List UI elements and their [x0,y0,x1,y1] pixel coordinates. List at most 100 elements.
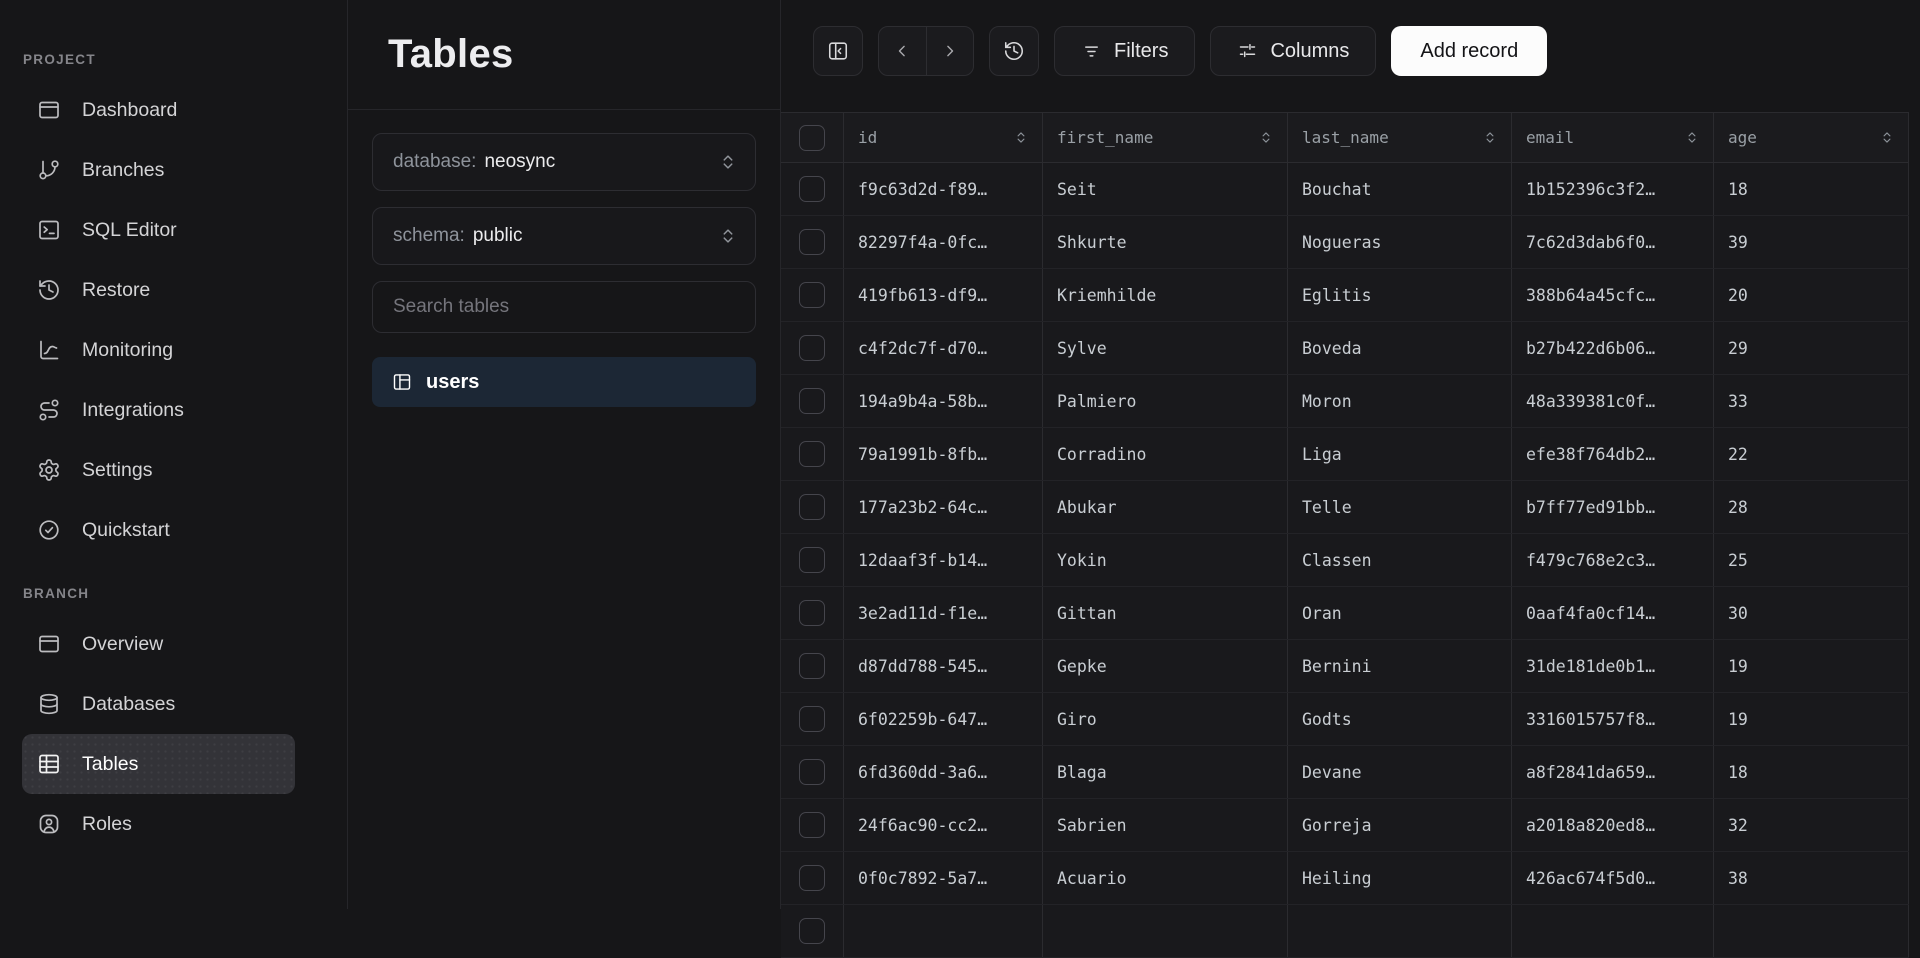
cell-email[interactable]: a2018a820ed8… [1512,799,1714,851]
cell-first-name[interactable]: Abukar [1043,481,1288,533]
sidebar-item-settings[interactable]: Settings [0,440,295,500]
cell-email[interactable]: a8f2841da659… [1512,746,1714,798]
cell-last-name[interactable]: Heiling [1288,852,1512,904]
cell-last-name[interactable]: Oran [1288,587,1512,639]
row-checkbox[interactable] [799,706,825,732]
cell-last-name[interactable] [1288,905,1512,957]
row-checkbox[interactable] [799,600,825,626]
sidebar-item-branches[interactable]: Branches [0,140,295,200]
cell-id[interactable] [844,905,1043,957]
cell-age[interactable]: 18 [1714,163,1909,215]
add-record-button[interactable]: Add record [1391,26,1548,76]
column-header-first-name[interactable]: first_name [1043,113,1288,162]
cell-age[interactable]: 39 [1714,216,1909,268]
cell-age[interactable]: 19 [1714,693,1909,745]
cell-id[interactable]: 6f02259b-647… [844,693,1043,745]
cell-email[interactable]: 7c62d3dab6f0… [1512,216,1714,268]
database-select[interactable]: database: neosync [372,133,756,191]
search-tables-input[interactable] [372,281,756,333]
back-button[interactable] [879,27,926,75]
columns-button[interactable]: Columns [1210,26,1377,76]
table-list-item-users[interactable]: users [372,357,756,407]
row-checkbox[interactable] [799,494,825,520]
row-checkbox[interactable] [799,918,825,944]
cell-last-name[interactable]: Liga [1288,428,1512,480]
cell-first-name[interactable]: Acuario [1043,852,1288,904]
cell-first-name[interactable]: Sabrien [1043,799,1288,851]
cell-first-name[interactable]: Blaga [1043,746,1288,798]
row-checkbox[interactable] [799,441,825,467]
cell-first-name[interactable]: Gepke [1043,640,1288,692]
column-header-age[interactable]: age [1714,113,1909,162]
row-checkbox[interactable] [799,653,825,679]
column-header-id[interactable]: id [844,113,1043,162]
cell-email[interactable]: 3316015757f8… [1512,693,1714,745]
cell-age[interactable] [1714,905,1909,957]
cell-first-name[interactable]: Yokin [1043,534,1288,586]
cell-first-name[interactable] [1043,905,1288,957]
cell-first-name[interactable]: Gittan [1043,587,1288,639]
cell-age[interactable]: 19 [1714,640,1909,692]
row-checkbox[interactable] [799,547,825,573]
cell-id[interactable]: 6fd360dd-3a6… [844,746,1043,798]
cell-first-name[interactable]: Kriemhilde [1043,269,1288,321]
sidebar-item-monitoring[interactable]: Monitoring [0,320,295,380]
cell-last-name[interactable]: Bernini [1288,640,1512,692]
cell-first-name[interactable]: Corradino [1043,428,1288,480]
cell-email[interactable]: 426ac674f5d0… [1512,852,1714,904]
cell-first-name[interactable]: Palmiero [1043,375,1288,427]
cell-age[interactable]: 28 [1714,481,1909,533]
cell-email[interactable]: 388b64a45cfc… [1512,269,1714,321]
cell-first-name[interactable]: Seit [1043,163,1288,215]
sidebar-item-sql-editor[interactable]: SQL Editor [0,200,295,260]
cell-id[interactable]: 0f0c7892-5a7… [844,852,1043,904]
cell-email[interactable]: 31de181de0b1… [1512,640,1714,692]
cell-last-name[interactable]: Eglitis [1288,269,1512,321]
row-checkbox[interactable] [799,335,825,361]
sidebar-item-tables[interactable]: Tables [22,734,295,794]
cell-id[interactable]: 24f6ac90-cc2… [844,799,1043,851]
cell-last-name[interactable]: Gorreja [1288,799,1512,851]
cell-last-name[interactable]: Telle [1288,481,1512,533]
sidebar-item-roles[interactable]: Roles [0,794,295,854]
row-checkbox[interactable] [799,229,825,255]
row-checkbox[interactable] [799,388,825,414]
cell-first-name[interactable]: Sylve [1043,322,1288,374]
row-checkbox[interactable] [799,759,825,785]
schema-select[interactable]: schema: public [372,207,756,265]
cell-id[interactable]: 177a23b2-64c… [844,481,1043,533]
cell-email[interactable] [1512,905,1714,957]
cell-id[interactable]: d87dd788-545… [844,640,1043,692]
cell-id[interactable]: 82297f4a-0fc… [844,216,1043,268]
cell-last-name[interactable]: Godts [1288,693,1512,745]
sidebar-item-integrations[interactable]: Integrations [0,380,295,440]
sidebar-item-databases[interactable]: Databases [0,674,295,734]
forward-button[interactable] [925,27,974,75]
sidebar-item-dashboard[interactable]: Dashboard [0,80,295,140]
cell-age[interactable]: 25 [1714,534,1909,586]
cell-email[interactable]: f479c768e2c3… [1512,534,1714,586]
cell-email[interactable]: efe38f764db2… [1512,428,1714,480]
cell-email[interactable]: 0aaf4fa0cf14… [1512,587,1714,639]
sidebar-item-restore[interactable]: Restore [0,260,295,320]
cell-age[interactable]: 29 [1714,322,1909,374]
cell-email[interactable]: 48a339381c0f… [1512,375,1714,427]
row-checkbox[interactable] [799,282,825,308]
sidebar-item-quickstart[interactable]: Quickstart [0,500,295,560]
cell-last-name[interactable]: Bouchat [1288,163,1512,215]
cell-email[interactable]: b7ff77ed91bb… [1512,481,1714,533]
cell-last-name[interactable]: Classen [1288,534,1512,586]
cell-id[interactable]: 3e2ad11d-f1e… [844,587,1043,639]
cell-last-name[interactable]: Nogueras [1288,216,1512,268]
collapse-sidebar-button[interactable] [813,26,863,76]
cell-id[interactable]: 79a1991b-8fb… [844,428,1043,480]
cell-age[interactable]: 38 [1714,852,1909,904]
cell-id[interactable]: c4f2dc7f-d70… [844,322,1043,374]
cell-first-name[interactable]: Shkurte [1043,216,1288,268]
cell-age[interactable]: 32 [1714,799,1909,851]
cell-email[interactable]: b27b422d6b06… [1512,322,1714,374]
column-header-last-name[interactable]: last_name [1288,113,1512,162]
cell-first-name[interactable]: Giro [1043,693,1288,745]
cell-age[interactable]: 20 [1714,269,1909,321]
cell-id[interactable]: 194a9b4a-58b… [844,375,1043,427]
